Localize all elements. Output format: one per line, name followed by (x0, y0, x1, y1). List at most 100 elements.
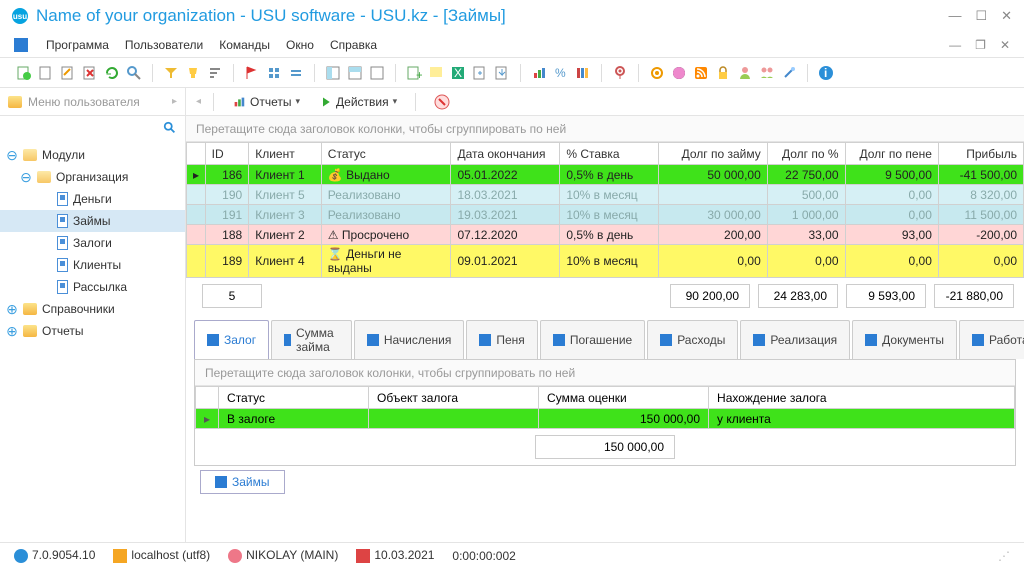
tree-item-Деньги[interactable]: Деньги (0, 188, 185, 210)
reports-icon (232, 95, 246, 109)
sub-col-status[interactable]: Статус (219, 387, 369, 409)
tool-rss-icon[interactable] (693, 65, 709, 81)
tool-wand-icon[interactable] (781, 65, 797, 81)
cell-sum: 150 000,00 (539, 409, 709, 429)
tool-trophy-icon[interactable] (185, 65, 201, 81)
mdi-minimize-button[interactable]: — (949, 38, 961, 52)
tree-item-Займы[interactable]: Займы (0, 210, 185, 232)
resize-grip-icon[interactable]: ⋰ (998, 549, 1010, 563)
tool-flag-icon[interactable] (244, 65, 260, 81)
tool-open-icon[interactable] (38, 65, 54, 81)
tree-item-Клиенты[interactable]: Клиенты (0, 254, 185, 276)
doc-icon (753, 334, 765, 346)
tool-user-icon[interactable] (737, 65, 753, 81)
col-date[interactable]: Дата окончания (451, 143, 560, 165)
tool-gear-icon[interactable] (649, 65, 665, 81)
tool-layout3-icon[interactable] (369, 65, 385, 81)
mdi-close-button[interactable]: ✕ (1000, 38, 1010, 52)
sub-col-obj[interactable]: Объект залога (369, 387, 539, 409)
tab-Пеня[interactable]: Пеня (466, 320, 537, 359)
col-pen[interactable]: Долг по пене (845, 143, 938, 165)
close-button[interactable]: ✕ (1001, 8, 1012, 24)
menu-commands[interactable]: Команды (211, 38, 278, 52)
sidebar-search[interactable] (0, 116, 185, 140)
sub-col-sum[interactable]: Сумма оценки (539, 387, 709, 409)
tab-Залог[interactable]: Залог (194, 320, 269, 359)
tool-import-icon[interactable] (494, 65, 510, 81)
tool-sort-icon[interactable] (207, 65, 223, 81)
tool-excel-icon[interactable]: X (450, 65, 466, 81)
tool-chart-icon[interactable] (531, 65, 547, 81)
actions-button[interactable]: Действия▾ (314, 93, 403, 111)
tree-item-Справочники[interactable]: ⊕Справочники (0, 298, 185, 320)
main-toolbar: + X % i (0, 58, 1024, 88)
tool-note-icon[interactable] (428, 65, 444, 81)
minimize-button[interactable]: — (948, 8, 961, 24)
grid-row[interactable]: 190Клиент 5Реализовано18.03.202110% в ме… (187, 185, 1024, 205)
reports-label: Отчеты (250, 95, 291, 109)
tool-chart2-icon[interactable] (575, 65, 591, 81)
tool-filter-icon[interactable] (163, 65, 179, 81)
grid-row[interactable]: ▸186Клиент 1💰 Выдано05.01.20220,5% в ден… (187, 165, 1024, 185)
tool-expand-icon[interactable] (288, 65, 304, 81)
tree-item-Организация[interactable]: ⊖Организация (0, 166, 185, 188)
menu-program[interactable]: Программа (38, 38, 117, 52)
chevron-icon[interactable]: ▸ (172, 96, 177, 107)
col-status[interactable]: Статус (321, 143, 451, 165)
tool-add-icon[interactable]: + (406, 65, 422, 81)
collateral-grid[interactable]: Статус Объект залога Сумма оценки Нахожд… (195, 386, 1015, 429)
col-profit[interactable]: Прибыль (938, 143, 1023, 165)
tree-item-Рассылка[interactable]: Рассылка (0, 276, 185, 298)
splitter-left-icon[interactable]: ◂ (196, 96, 201, 107)
reports-button[interactable]: Отчеты▾ (226, 93, 306, 111)
tab-Работа[interactable]: Работа (959, 320, 1024, 359)
tree-item-Залоги[interactable]: Залоги (0, 232, 185, 254)
tool-delete-icon[interactable] (82, 65, 98, 81)
tool-info-icon[interactable]: i (818, 65, 834, 81)
tab-Расходы[interactable]: Расходы (647, 320, 738, 359)
tool-layout1-icon[interactable] (325, 65, 341, 81)
grid-row[interactable]: 189Клиент 4⌛ Деньги не выданы09.01.20211… (187, 245, 1024, 278)
tab-Реализация[interactable]: Реализация (740, 320, 850, 359)
tool-export-icon[interactable] (472, 65, 488, 81)
tool-lock-icon[interactable] (715, 65, 731, 81)
mdi-restore-button[interactable]: ❐ (975, 38, 986, 52)
tree-item-Модули[interactable]: ⊖Модули (0, 144, 185, 166)
tool-search-icon[interactable] (126, 65, 142, 81)
bottom-tab-loans[interactable]: Займы (200, 470, 285, 494)
tool-edit-icon[interactable] (60, 65, 76, 81)
tab-Начисления[interactable]: Начисления (354, 320, 465, 359)
tool-percent-icon[interactable]: % (553, 65, 569, 81)
grid-row[interactable]: 188Клиент 2⚠ Просрочено07.12.20200,5% в … (187, 225, 1024, 245)
doc-icon (479, 334, 491, 346)
tool-collapse-icon[interactable] (266, 65, 282, 81)
status-user: NIKOLAY (MAIN) (246, 548, 338, 562)
menu-window[interactable]: Окно (278, 38, 322, 52)
tool-users-icon[interactable] (759, 65, 775, 81)
col-id[interactable]: ID (205, 143, 249, 165)
doc-icon (367, 334, 379, 346)
calendar-icon (356, 549, 370, 563)
sub-col-loc[interactable]: Нахождение залога (709, 387, 1015, 409)
stop-button[interactable] (428, 92, 456, 112)
grid-row[interactable]: 191Клиент 3Реализовано19.03.202110% в ме… (187, 205, 1024, 225)
col-pct[interactable]: Долг по % (767, 143, 845, 165)
maximize-button[interactable]: ☐ (975, 8, 987, 24)
menu-help[interactable]: Справка (322, 38, 385, 52)
loans-grid[interactable]: ID Клиент Статус Дата окончания % Ставка… (186, 142, 1024, 278)
window-buttons: — ☐ ✕ (948, 8, 1012, 24)
tab-Погашение[interactable]: Погашение (540, 320, 645, 359)
tab-Документы[interactable]: Документы (852, 320, 957, 359)
collateral-row[interactable]: ▸ В залоге 150 000,00 у клиента (196, 409, 1015, 429)
col-debt[interactable]: Долг по займу (658, 143, 767, 165)
tool-palette-icon[interactable] (671, 65, 687, 81)
tool-new-icon[interactable] (16, 65, 32, 81)
tab-Сумма займа[interactable]: Сумма займа (271, 320, 352, 359)
col-rate[interactable]: % Ставка (560, 143, 659, 165)
tool-layout2-icon[interactable] (347, 65, 363, 81)
tool-refresh-icon[interactable] (104, 65, 120, 81)
tool-pin-icon[interactable] (612, 65, 628, 81)
col-client[interactable]: Клиент (249, 143, 322, 165)
tree-item-Отчеты[interactable]: ⊕Отчеты (0, 320, 185, 342)
menu-users[interactable]: Пользователи (117, 38, 211, 52)
